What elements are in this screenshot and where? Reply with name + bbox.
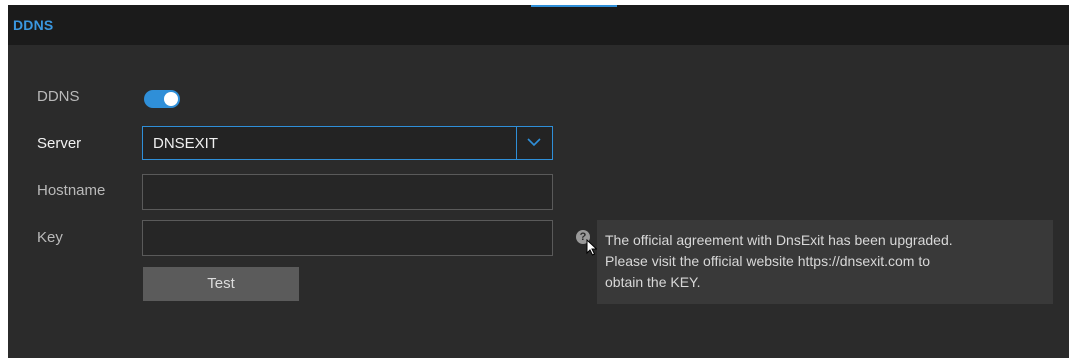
toggle-knob xyxy=(164,92,178,106)
key-label: Key xyxy=(37,229,63,246)
test-button[interactable]: Test xyxy=(143,267,299,301)
header-bar: DDNS xyxy=(8,5,1069,45)
active-tab-indicator xyxy=(531,5,617,7)
chevron-down-icon xyxy=(527,138,541,147)
ddns-label: DDNS xyxy=(37,88,80,105)
server-select-value: DNSEXIT xyxy=(153,135,219,152)
dropdown-button[interactable] xyxy=(516,127,552,159)
page-title: DDNS xyxy=(13,17,54,33)
tooltip-line-1: The official agreement with DnsExit has … xyxy=(605,232,953,248)
server-select[interactable]: DNSEXIT xyxy=(142,126,553,160)
key-input[interactable] xyxy=(142,220,553,256)
tooltip-line-2: Please visit the official website https:… xyxy=(605,253,931,269)
server-label: Server xyxy=(37,135,82,152)
ddns-settings-panel: DDNS DDNS Server DNSEXIT Hostname Key Te… xyxy=(8,5,1069,358)
info-tooltip: The official agreement with DnsExit has … xyxy=(597,220,1053,304)
tooltip-line-3: obtain the KEY. xyxy=(605,274,701,290)
ddns-toggle[interactable] xyxy=(144,90,180,108)
hostname-label: Hostname xyxy=(37,182,106,199)
hostname-input[interactable] xyxy=(142,174,553,210)
